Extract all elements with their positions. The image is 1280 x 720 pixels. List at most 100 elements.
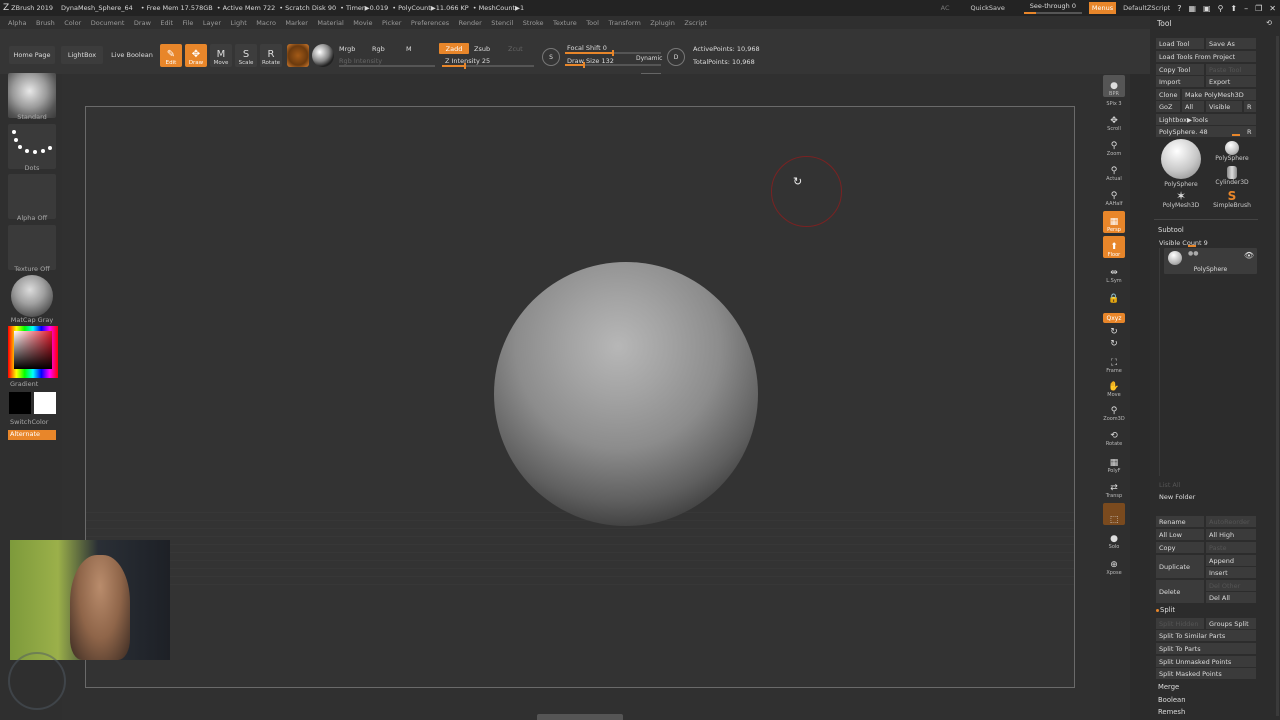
zoom-button[interactable]: ⚲ Zoom — [1103, 135, 1125, 157]
polyf-button[interactable]: ▦ PolyF — [1103, 452, 1125, 474]
clone-button[interactable]: Clone — [1156, 89, 1180, 100]
z-intensity-track[interactable] — [442, 63, 534, 69]
duplicate-button[interactable]: Duplicate — [1156, 555, 1204, 578]
goz-button[interactable]: GoZ — [1156, 101, 1180, 112]
texture-thumbnail[interactable] — [8, 225, 56, 270]
delete-button[interactable]: Delete — [1156, 580, 1204, 603]
alternate-button[interactable]: Alternate — [8, 430, 56, 440]
paste-subtool-button[interactable]: Paste — [1206, 542, 1256, 553]
zsub-toggle[interactable]: Zsub — [474, 45, 490, 53]
tool-thumb-polysphere-main[interactable]: PolySphere — [1158, 139, 1204, 188]
floor-button[interactable]: ⬆ Floor — [1103, 236, 1125, 258]
menu-file[interactable]: File — [183, 19, 194, 27]
lock-button[interactable]: 🔒 — [1103, 286, 1125, 304]
split-header[interactable]: Split — [1157, 604, 1259, 616]
tool-thumb-simplebrush[interactable]: S SimpleBrush — [1210, 190, 1254, 209]
polysphere-mesh[interactable] — [494, 262, 758, 526]
bpr-button[interactable]: ● BPR — [1103, 75, 1125, 97]
stroke-thumbnail[interactable] — [8, 124, 56, 169]
all-low-button[interactable]: All Low — [1156, 529, 1204, 540]
tool-thumb-polysphere[interactable]: PolySphere — [1210, 141, 1254, 162]
help-icon[interactable]: ? — [1177, 4, 1181, 13]
aahalf-button[interactable]: ⚲ AAHalf — [1103, 185, 1125, 207]
save-as-button[interactable]: Save As — [1206, 38, 1256, 49]
lightbox-button[interactable]: LightBox — [61, 46, 103, 64]
default-zscript-button[interactable]: DefaultZScript — [1123, 4, 1170, 12]
groups-split-button[interactable]: Groups Split — [1206, 618, 1256, 629]
upload-icon[interactable]: ⬆ — [1230, 4, 1237, 13]
insert-button[interactable]: Insert — [1206, 567, 1256, 578]
menu-brush[interactable]: Brush — [36, 19, 55, 27]
menu-stencil[interactable]: Stencil — [491, 19, 513, 27]
material-thumbnail[interactable] — [11, 275, 53, 317]
palette-icon[interactable]: ▣ — [1203, 4, 1211, 13]
home-page-button[interactable]: Home Page — [9, 46, 55, 64]
color-picker-square[interactable] — [14, 331, 52, 369]
export-button[interactable]: Export — [1206, 76, 1256, 87]
color-picker[interactable] — [8, 326, 58, 378]
menu-light[interactable]: Light — [231, 19, 247, 27]
lsym-button[interactable]: ⇹ L.Sym — [1103, 262, 1125, 284]
goz-all-button[interactable]: All — [1182, 101, 1204, 112]
m-toggle[interactable]: M — [406, 45, 412, 53]
material-orb-icon[interactable] — [287, 44, 309, 67]
lightbox-tools-button[interactable]: Lightbox▶Tools — [1156, 114, 1256, 125]
restore-icon[interactable]: ❐ — [1255, 4, 1262, 13]
draw-mode-button[interactable]: ✥ Draw — [185, 44, 207, 67]
rotate-y-button[interactable]: ↻ — [1103, 325, 1125, 337]
live-boolean-button[interactable]: Live Boolean — [108, 46, 156, 64]
mrgb-toggle[interactable]: Mrgb — [339, 45, 355, 53]
texture-orb-icon[interactable] — [312, 44, 334, 67]
goz-r-button[interactable]: R — [1244, 101, 1256, 112]
merge-header[interactable]: Merge — [1155, 681, 1257, 693]
menu-render[interactable]: Render — [459, 19, 482, 27]
menu-alpha[interactable]: Alpha — [8, 19, 26, 27]
rotate-view-button[interactable]: ⟲ Rotate — [1103, 425, 1125, 447]
edit-mode-button[interactable]: ✎ Edit — [160, 44, 182, 67]
draw-size-track[interactable] — [565, 62, 661, 68]
menu-draw[interactable]: Draw — [134, 19, 151, 27]
copy-subtool-button[interactable]: Copy — [1156, 542, 1204, 553]
goz-visible-button[interactable]: Visible — [1206, 101, 1242, 112]
actual-button[interactable]: ⚲ Actual — [1103, 160, 1125, 182]
search-icon[interactable]: ⚲ — [1218, 4, 1224, 13]
move-mode-button[interactable]: M Move — [210, 44, 232, 67]
s-lock-icon[interactable]: S — [542, 48, 560, 66]
ghost-button[interactable]: ⬚ — [1103, 503, 1125, 525]
minimize-icon[interactable]: – — [1244, 4, 1248, 13]
frame-button[interactable]: ⛶ Frame — [1103, 352, 1125, 374]
bottom-shelf-tab[interactable] — [537, 714, 623, 720]
zadd-toggle[interactable]: Zadd — [439, 43, 469, 54]
switchcolor-button[interactable]: SwitchColor — [10, 418, 48, 426]
menu-document[interactable]: Document — [91, 19, 125, 27]
visible-count-slider[interactable]: Visible Count 9 — [1156, 237, 1256, 248]
visible-count-handle[interactable] — [1188, 245, 1196, 247]
boolean-header[interactable]: Boolean — [1155, 694, 1257, 706]
scroll-button[interactable]: ✥ Scroll — [1103, 110, 1125, 132]
zoom3d-button[interactable]: ⚲ Zoom3D — [1103, 400, 1125, 422]
close-icon[interactable]: ✕ — [1269, 4, 1276, 13]
rgb-intensity-slider[interactable]: Rgb Intensity — [339, 57, 382, 65]
current-tool-slider[interactable]: PolySphere. 48 — [1156, 126, 1244, 137]
menu-color[interactable]: Color — [64, 19, 81, 27]
menu-texture[interactable]: Texture — [553, 19, 577, 27]
palette-close-icon[interactable]: ⟲ — [1266, 19, 1272, 27]
zcut-toggle[interactable]: Zcut — [508, 45, 523, 53]
all-high-button[interactable]: All High — [1206, 529, 1256, 540]
split-to-similar-parts-button[interactable]: Split To Similar Parts — [1156, 630, 1256, 641]
focal-shift-slider[interactable]: Focal Shift 0 — [567, 44, 607, 52]
persp-button[interactable]: ▦ Persp — [1103, 211, 1125, 233]
load-tools-from-project-button[interactable]: Load Tools From Project — [1156, 51, 1256, 62]
focal-shift-handle[interactable] — [612, 50, 614, 56]
rgb-intensity-track[interactable] — [339, 65, 435, 67]
see-through-slider[interactable]: See-through 0 — [1023, 2, 1082, 14]
menu-layer[interactable]: Layer — [203, 19, 221, 27]
xpose-button[interactable]: ⊕ Xpose — [1103, 554, 1125, 576]
copy-tool-button[interactable]: Copy Tool — [1156, 64, 1204, 75]
append-button[interactable]: Append — [1206, 555, 1256, 566]
rgb-toggle[interactable]: Rgb — [372, 45, 385, 53]
current-tool-slider-handle[interactable] — [1232, 134, 1240, 136]
menu-transform[interactable]: Transform — [608, 19, 640, 27]
move-view-button[interactable]: ✋ Move — [1103, 376, 1125, 398]
del-all-button[interactable]: Del All — [1206, 592, 1256, 603]
